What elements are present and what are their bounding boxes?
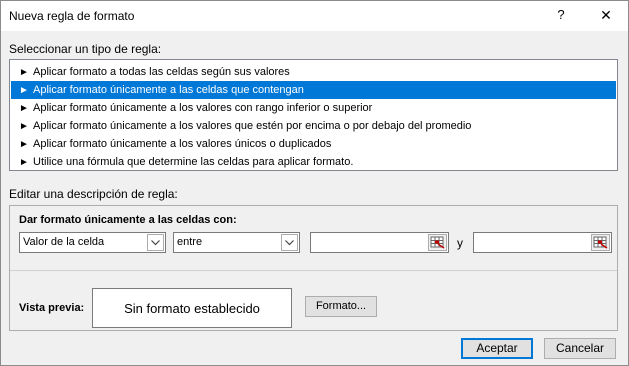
rule-type-list[interactable]: ► Aplicar formato a todas las celdas segú… bbox=[9, 59, 618, 171]
rule-type-item-formula[interactable]: ► Utilice una fórmula que determine las c… bbox=[11, 153, 616, 171]
arrow-icon: ► bbox=[19, 103, 29, 114]
rule-type-label: Seleccionar un tipo de regla: bbox=[9, 42, 162, 56]
rule-type-item-label: Aplicar formato únicamente a los valores… bbox=[33, 138, 332, 150]
preview-label: Vista previa: bbox=[19, 302, 85, 314]
operator-select-value: entre bbox=[177, 236, 203, 248]
preview-text: Sin formato establecido bbox=[124, 301, 260, 316]
arrow-icon: ► bbox=[19, 67, 29, 78]
condition-select[interactable]: Valor de la celda bbox=[19, 232, 166, 253]
condition-heading: Dar formato únicamente a las celdas con: bbox=[19, 214, 237, 226]
arrow-icon: ► bbox=[19, 157, 29, 168]
rule-type-item-unique-duplicate[interactable]: ► Aplicar formato únicamente a los valore… bbox=[11, 135, 616, 153]
arrow-icon: ► bbox=[19, 85, 29, 96]
rule-type-item-label: Aplicar formato únicamente a los valores… bbox=[33, 120, 472, 132]
rule-type-item-above-below-average[interactable]: ► Aplicar formato únicamente a los valore… bbox=[11, 117, 616, 135]
and-label: y bbox=[457, 236, 463, 250]
condition-select-value: Valor de la celda bbox=[23, 236, 105, 248]
chevron-down-icon[interactable] bbox=[281, 234, 298, 251]
help-button[interactable]: ? bbox=[549, 3, 573, 27]
close-button[interactable]: ✕ bbox=[591, 3, 621, 27]
new-format-rule-dialog: Nueva regla de formato ? ✕ Seleccionar u… bbox=[0, 0, 629, 366]
rule-type-item-all-cells[interactable]: ► Aplicar formato a todas las celdas segú… bbox=[11, 63, 616, 81]
value1-input[interactable] bbox=[310, 232, 449, 253]
value2-input[interactable] bbox=[473, 232, 612, 253]
dialog-title: Nueva regla de formato bbox=[9, 9, 135, 23]
format-button[interactable]: Formato... bbox=[305, 296, 377, 317]
range-selector-icon[interactable] bbox=[428, 234, 447, 251]
cancel-button[interactable]: Cancelar bbox=[544, 338, 616, 359]
rule-type-item-label: Aplicar formato únicamente a las celdas … bbox=[33, 84, 304, 96]
rule-description-panel: Dar formato únicamente a las celdas con:… bbox=[9, 205, 618, 331]
arrow-icon: ► bbox=[19, 121, 29, 132]
title-bar: Nueva regla de formato ? ✕ bbox=[1, 1, 628, 31]
rule-description-label: Editar una descripción de regla: bbox=[9, 187, 178, 201]
rule-type-item-label: Aplicar formato únicamente a los valores… bbox=[33, 102, 373, 114]
rule-type-item-label: Utilice una fórmula que determine las ce… bbox=[33, 156, 354, 168]
chevron-down-icon[interactable] bbox=[147, 234, 164, 251]
range-selector-icon[interactable] bbox=[591, 234, 610, 251]
operator-select[interactable]: entre bbox=[173, 232, 300, 253]
accept-button[interactable]: Aceptar bbox=[461, 338, 533, 359]
condition-section: Dar formato únicamente a las celdas con:… bbox=[10, 206, 617, 271]
rule-type-item-top-bottom[interactable]: ► Aplicar formato únicamente a los valore… bbox=[11, 99, 616, 117]
rule-type-item-cells-containing[interactable]: ► Aplicar formato únicamente a las celdas… bbox=[11, 81, 616, 99]
rule-type-item-label: Aplicar formato a todas las celdas según… bbox=[33, 66, 290, 78]
arrow-icon: ► bbox=[19, 139, 29, 150]
preview-box: Sin formato establecido bbox=[92, 288, 292, 328]
